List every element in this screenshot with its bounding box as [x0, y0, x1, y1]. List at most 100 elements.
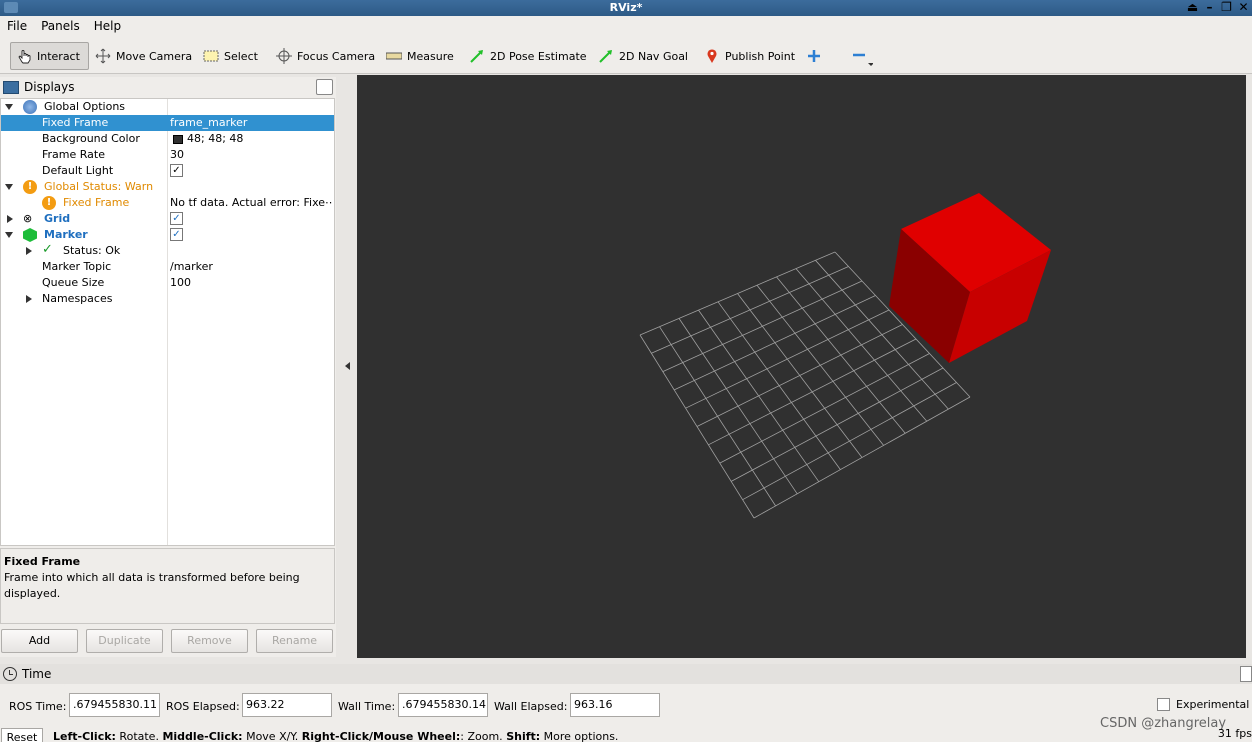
- interact-tool[interactable]: Interact: [10, 42, 89, 70]
- watermark: CSDN @zhangrelay: [1100, 716, 1227, 731]
- tree-row-fixed-frame[interactable]: Fixed Frame frame_marker: [1, 115, 334, 131]
- ros-time-field[interactable]: .679455830.11: [69, 693, 160, 717]
- time-panel: Time ROS Time: .679455830.11 ROS Elapsed…: [0, 664, 1252, 742]
- fps-counter: 31 fps: [1217, 727, 1252, 740]
- pose-estimate-tool[interactable]: 2D Pose Estimate: [464, 42, 592, 70]
- mouse-hint: Left-Click: Rotate. Middle-Click: Move X…: [53, 730, 618, 742]
- chevron-down-icon[interactable]: [5, 104, 13, 110]
- pose-estimate-label: 2D Pose Estimate: [490, 49, 587, 63]
- menu-panels[interactable]: Panels: [41, 19, 80, 33]
- ros-time-label: ROS Time:: [9, 700, 67, 713]
- experimental-toggle[interactable]: Experimental: [1157, 698, 1249, 711]
- duplicate-button[interactable]: Duplicate: [86, 629, 163, 653]
- hint-key: Left-Click:: [53, 730, 116, 742]
- default-light-checkbox[interactable]: ✓: [170, 164, 183, 177]
- menu-help[interactable]: Help: [94, 19, 121, 33]
- chevron-right-icon[interactable]: [26, 295, 32, 303]
- tree-label: Marker: [44, 228, 88, 241]
- tree-row-grid[interactable]: ⊗ Grid ✓: [1, 211, 334, 227]
- hint-action: Move X/Y.: [242, 730, 302, 742]
- display-buttons: Add Duplicate Remove Rename: [0, 629, 336, 655]
- interact-label: Interact: [37, 49, 80, 63]
- wall-elapsed-label: Wall Elapsed:: [494, 700, 568, 713]
- red-cube: [889, 193, 1051, 363]
- warning-icon: !: [42, 196, 56, 210]
- grid-enabled-checkbox[interactable]: ✓: [170, 212, 183, 225]
- displays-header: Displays: [0, 77, 336, 97]
- close-button[interactable]: ✕: [1237, 0, 1250, 14]
- reset-button[interactable]: Reset: [1, 728, 43, 742]
- float-panel-button[interactable]: [316, 79, 333, 95]
- marker-enabled-checkbox[interactable]: ✓: [170, 228, 183, 241]
- minimize-button[interactable]: –: [1203, 0, 1216, 14]
- select-tool[interactable]: Select: [198, 42, 263, 70]
- wall-time-field[interactable]: .679455830.14: [398, 693, 488, 717]
- tree-row-frame-rate[interactable]: Frame Rate 30: [1, 147, 334, 163]
- select-label: Select: [224, 49, 258, 63]
- tree-row-status-fixed-frame[interactable]: ! Fixed Frame No tf data. Actual error: …: [1, 195, 334, 211]
- remove-button[interactable]: Remove: [171, 629, 248, 653]
- status-error-value: No tf data. Actual error: Fixe⋯: [170, 196, 332, 209]
- wall-elapsed-field[interactable]: 963.16: [570, 693, 660, 717]
- toolbar: Interact Move Camera Select Focus Camera…: [0, 36, 1252, 74]
- chevron-down-icon[interactable]: [5, 232, 13, 238]
- grid-line: [753, 396, 971, 519]
- chevron-right-icon[interactable]: [26, 247, 32, 255]
- grid-line: [719, 353, 930, 464]
- tree-label: Default Light: [42, 164, 114, 177]
- tree-label: Status: Ok: [63, 244, 121, 257]
- ros-elapsed-field[interactable]: 963.22: [242, 693, 332, 717]
- marker-topic-value[interactable]: /marker: [170, 259, 332, 275]
- help-panel: Fixed Frame Frame into which all data is…: [0, 548, 335, 624]
- tree-row-global-options[interactable]: Global Options: [1, 99, 334, 115]
- tree-label: Fixed Frame: [42, 116, 109, 129]
- move-camera-tool[interactable]: Move Camera: [90, 42, 197, 70]
- add-button[interactable]: Add: [1, 629, 78, 653]
- background-color-value[interactable]: 48; 48; 48: [187, 131, 334, 147]
- tree-row-marker-topic[interactable]: Marker Topic /marker: [1, 259, 334, 275]
- tree-row-namespaces[interactable]: Namespaces: [1, 291, 334, 307]
- nav-goal-tool[interactable]: 2D Nav Goal: [593, 42, 693, 70]
- grid-line: [742, 382, 957, 501]
- eject-icon[interactable]: ⏏: [1186, 0, 1199, 14]
- tree-label: Global Options: [44, 100, 126, 113]
- add-tool-button[interactable]: [801, 42, 827, 70]
- publish-point-tool[interactable]: Publish Point: [699, 42, 800, 70]
- tree-row-queue-size[interactable]: Queue Size 100: [1, 275, 334, 291]
- map-pin-icon: [704, 48, 720, 64]
- move-camera-label: Move Camera: [116, 49, 193, 63]
- rename-button[interactable]: Rename: [256, 629, 333, 653]
- render-view[interactable]: [357, 75, 1246, 658]
- focus-camera-tool[interactable]: Focus Camera: [271, 42, 380, 70]
- chevron-down-icon[interactable]: [5, 184, 13, 190]
- experimental-checkbox[interactable]: [1157, 698, 1170, 711]
- tree-label: Fixed Frame: [63, 196, 130, 209]
- collapse-left-arrow-icon[interactable]: [345, 362, 350, 370]
- ros-elapsed-label: ROS Elapsed:: [166, 700, 240, 713]
- tree-row-marker[interactable]: Marker ✓: [1, 227, 334, 243]
- float-panel-button[interactable]: [1240, 666, 1252, 682]
- hint-key: Shift:: [506, 730, 541, 742]
- queue-size-value[interactable]: 100: [170, 275, 332, 291]
- green-arrow-icon: [469, 48, 485, 64]
- tree-label: Grid: [44, 212, 71, 225]
- displays-title: Displays: [24, 80, 75, 94]
- tree-row-background-color[interactable]: Background Color 48; 48; 48: [1, 131, 334, 147]
- tree-row-status-ok[interactable]: ✓ Status: Ok: [1, 242, 334, 259]
- menu-file[interactable]: File: [7, 19, 27, 33]
- ruler-icon: [385, 48, 403, 64]
- minus-icon: [851, 48, 874, 66]
- frame-rate-value[interactable]: 30: [170, 147, 332, 163]
- measure-label: Measure: [407, 49, 454, 63]
- remove-tool-button[interactable]: [846, 42, 874, 70]
- maximize-button[interactable]: ❐: [1220, 0, 1233, 14]
- fixed-frame-value[interactable]: frame_marker: [170, 115, 332, 131]
- crosshair-icon: [276, 48, 292, 64]
- tree-row-global-status[interactable]: ! Global Status: Warn: [1, 179, 334, 195]
- title-bar: RViz* ⏏ – ❐ ✕: [0, 0, 1252, 16]
- tree-row-default-light[interactable]: Default Light ✓: [1, 163, 334, 179]
- tree-label: Queue Size: [42, 276, 105, 289]
- scene-canvas: [639, 193, 1051, 519]
- chevron-right-icon[interactable]: [7, 215, 13, 223]
- measure-tool[interactable]: Measure: [381, 42, 459, 70]
